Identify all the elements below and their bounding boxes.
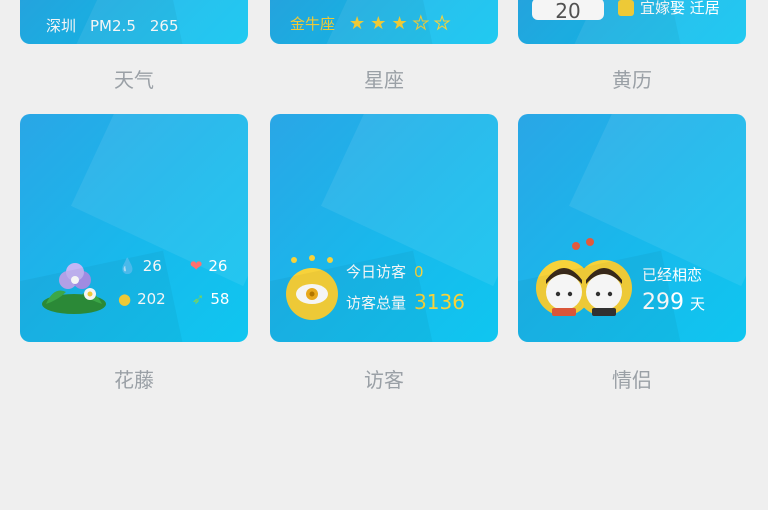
heart-icon: ❤ xyxy=(189,257,203,275)
leaf-icon: ➶ xyxy=(191,290,205,308)
visitors-total-label: 访客总量 xyxy=(346,293,407,312)
flowers-tile[interactable]: 💧 26 ❤ 26 ● 202 ➶ 58 xyxy=(20,114,248,342)
flower-vine-icon xyxy=(42,263,106,314)
weather-pm-label: PM2.5 xyxy=(90,16,136,35)
weather-tile[interactable]: 深圳 PM2.5 265 xyxy=(20,0,248,44)
couple-line-1: 已经相恋 xyxy=(642,264,702,285)
couple-avatar-icon xyxy=(536,238,632,316)
horoscope-sign: 金牛座 xyxy=(290,15,336,33)
horoscope-label: 星座 xyxy=(364,68,404,92)
couple-days-row: 299 天 xyxy=(642,290,705,315)
horoscope-info-row: 金牛座 ★ ★ ★ ★ ★ xyxy=(290,13,451,34)
horoscope-rating: ★ ★ ★ ★ ★ xyxy=(349,13,451,34)
couple-label: 情侣 xyxy=(612,368,652,392)
flowers-stat-4: 58 xyxy=(210,290,230,308)
couple-tile[interactable]: 已经相恋 299 天 xyxy=(518,114,746,342)
visitors-total-value: 3136 xyxy=(414,290,465,314)
sun-icon: ● xyxy=(118,290,132,308)
calendar-icon xyxy=(618,0,634,16)
star-icon: ★ xyxy=(391,13,408,34)
star-icon: ★ xyxy=(370,13,387,34)
star-outline-icon: ★ xyxy=(412,13,429,34)
eye-medal-icon xyxy=(286,255,338,320)
weather-city: 深圳 xyxy=(46,17,77,35)
flowers-stat-1: 26 xyxy=(142,257,162,275)
calendar-info-row: 宜嫁娶 迁居 xyxy=(618,0,720,18)
couple-days-value: 299 xyxy=(642,290,684,315)
star-icon: ★ xyxy=(349,13,366,34)
couple-text: 已经相恋 xyxy=(642,266,703,284)
flowers-stat-row-2: ● 202 ➶ 58 xyxy=(118,290,229,308)
flowers-stat-row-1: 💧 26 ❤ 26 xyxy=(118,257,227,275)
calendar-day-box: 20 xyxy=(532,0,604,23)
visitors-today-label: 今日访客 xyxy=(346,263,407,281)
horoscope-tile[interactable]: 金牛座 ★ ★ ★ ★ ★ xyxy=(270,0,498,44)
visitors-tile[interactable]: 今日访客 0 访客总量 3136 xyxy=(270,114,498,342)
water-drop-icon: 💧 xyxy=(118,257,137,275)
weather-label: 天气 xyxy=(114,68,154,92)
calendar-text: 宜嫁娶 迁居 xyxy=(640,0,720,17)
star-outline-icon: ★ xyxy=(433,13,451,34)
calendar-day: 20 xyxy=(555,0,581,23)
visitors-total-row: 访客总量 3136 xyxy=(346,290,465,314)
calendar-tile[interactable]: 20 宜嫁娶 迁居 xyxy=(518,0,746,44)
weather-info-row: 深圳 PM2.5 265 xyxy=(46,15,179,36)
visitors-today-value: 0 xyxy=(414,262,424,281)
visitors-today-row: 今日访客 0 xyxy=(346,261,424,282)
flowers-stat-3: 202 xyxy=(137,290,166,308)
calendar-label: 黄历 xyxy=(612,68,652,92)
flowers-stat-2: 26 xyxy=(208,257,228,275)
couple-days-unit: 天 xyxy=(690,295,706,313)
visitors-label: 访客 xyxy=(364,368,404,392)
flowers-label: 花藤 xyxy=(114,368,154,392)
weather-pm-value: 265 xyxy=(149,16,179,35)
